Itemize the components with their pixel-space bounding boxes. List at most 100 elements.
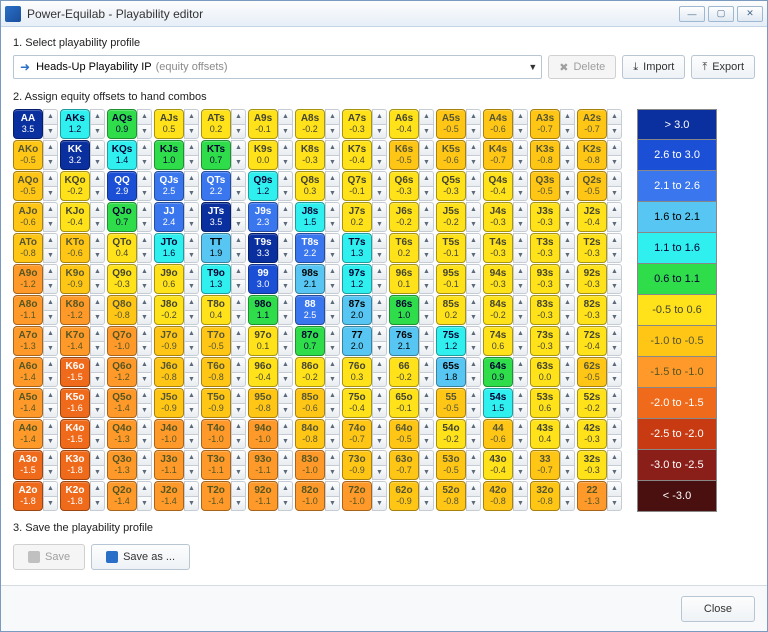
spinner-down-icon[interactable]: ▼ <box>513 465 528 481</box>
spinner-up-icon[interactable]: ▲ <box>90 202 105 217</box>
hand-cell-value[interactable]: 55-0.5 <box>436 388 466 418</box>
spinner-up-icon[interactable]: ▲ <box>278 109 293 124</box>
spinner-down-icon[interactable]: ▼ <box>560 465 575 481</box>
spinner-down-icon[interactable]: ▼ <box>278 372 293 388</box>
spinner-up-icon[interactable]: ▲ <box>43 326 58 341</box>
spinner-down-icon[interactable]: ▼ <box>372 248 387 264</box>
spinner-up-icon[interactable]: ▲ <box>466 264 481 279</box>
spinner-up-icon[interactable]: ▲ <box>419 171 434 186</box>
hand-cell-value[interactable]: 97s1.2 <box>342 264 372 294</box>
spinner-up-icon[interactable]: ▲ <box>372 140 387 155</box>
spinner-up-icon[interactable]: ▲ <box>231 171 246 186</box>
spinner-down-icon[interactable]: ▼ <box>184 279 199 295</box>
save-button[interactable]: Save <box>13 544 85 570</box>
hand-cell-value[interactable]: Q7o-1.0 <box>107 326 137 356</box>
hand-cell-value[interactable]: Q3o-1.3 <box>107 450 137 480</box>
hand-cell-value[interactable]: 73o-0.9 <box>342 450 372 480</box>
hand-cell-value[interactable]: A2o-1.8 <box>13 481 43 511</box>
import-button[interactable]: ⤓ Import <box>622 55 685 79</box>
hand-cell-value[interactable]: T4s-0.3 <box>483 233 513 263</box>
hand-cell-value[interactable]: 93o-1.1 <box>248 450 278 480</box>
spinner-down-icon[interactable]: ▼ <box>90 434 105 450</box>
spinner-down-icon[interactable]: ▼ <box>607 372 622 388</box>
spinner-down-icon[interactable]: ▼ <box>419 341 434 357</box>
spinner-up-icon[interactable]: ▲ <box>137 295 152 310</box>
spinner-down-icon[interactable]: ▼ <box>372 124 387 140</box>
spinner-down-icon[interactable]: ▼ <box>137 186 152 202</box>
spinner-up-icon[interactable]: ▲ <box>419 326 434 341</box>
spinner-up-icon[interactable]: ▲ <box>560 419 575 434</box>
hand-cell-value[interactable]: 84o-0.8 <box>295 419 325 449</box>
hand-cell-value[interactable]: 65o-0.1 <box>389 388 419 418</box>
spinner-down-icon[interactable]: ▼ <box>231 279 246 295</box>
spinner-up-icon[interactable]: ▲ <box>184 481 199 496</box>
spinner-down-icon[interactable]: ▼ <box>466 434 481 450</box>
hand-cell-value[interactable]: J5s-0.2 <box>436 202 466 232</box>
spinner-up-icon[interactable]: ▲ <box>513 326 528 341</box>
hand-cell-value[interactable]: 64s0.9 <box>483 357 513 387</box>
spinner-down-icon[interactable]: ▼ <box>372 279 387 295</box>
spinner-up-icon[interactable]: ▲ <box>513 202 528 217</box>
hand-cell-value[interactable]: Q7s-0.1 <box>342 171 372 201</box>
hand-cell-value[interactable]: A3s-0.7 <box>530 109 560 139</box>
spinner-up-icon[interactable]: ▲ <box>278 357 293 372</box>
spinner-down-icon[interactable]: ▼ <box>137 310 152 326</box>
spinner-down-icon[interactable]: ▼ <box>137 124 152 140</box>
hand-cell-value[interactable]: T5o-0.9 <box>201 388 231 418</box>
spinner-up-icon[interactable]: ▲ <box>137 388 152 403</box>
hand-cell-value[interactable]: 882.5 <box>295 295 325 325</box>
spinner-up-icon[interactable]: ▲ <box>325 450 340 465</box>
spinner-down-icon[interactable]: ▼ <box>466 310 481 326</box>
spinner-down-icon[interactable]: ▼ <box>513 248 528 264</box>
spinner-up-icon[interactable]: ▲ <box>137 419 152 434</box>
spinner-down-icon[interactable]: ▼ <box>90 372 105 388</box>
spinner-down-icon[interactable]: ▼ <box>607 496 622 512</box>
hand-cell-value[interactable]: A9o-1.2 <box>13 264 43 294</box>
hand-cell-value[interactable]: 93s-0.3 <box>530 264 560 294</box>
hand-cell-value[interactable]: K7s-0.4 <box>342 140 372 170</box>
hand-cell-value[interactable]: TT1.9 <box>201 233 231 263</box>
hand-cell-value[interactable]: J2s-0.4 <box>577 202 607 232</box>
hand-cell-value[interactable]: A5s-0.5 <box>436 109 466 139</box>
hand-cell-value[interactable]: 74o-0.7 <box>342 419 372 449</box>
export-button[interactable]: ⤒ Export <box>691 55 755 79</box>
spinner-up-icon[interactable]: ▲ <box>513 109 528 124</box>
spinner-down-icon[interactable]: ▼ <box>419 217 434 233</box>
hand-cell-value[interactable]: 66-0.2 <box>389 357 419 387</box>
spinner-down-icon[interactable]: ▼ <box>560 341 575 357</box>
spinner-down-icon[interactable]: ▼ <box>513 217 528 233</box>
spinner-down-icon[interactable]: ▼ <box>43 217 58 233</box>
spinner-up-icon[interactable]: ▲ <box>419 202 434 217</box>
spinner-down-icon[interactable]: ▼ <box>325 217 340 233</box>
hand-cell-value[interactable]: 92o-1.1 <box>248 481 278 511</box>
spinner-down-icon[interactable]: ▼ <box>325 279 340 295</box>
hand-cell-value[interactable]: KQs1.4 <box>107 140 137 170</box>
close-button[interactable]: Close <box>681 596 755 622</box>
spinner-down-icon[interactable]: ▼ <box>184 310 199 326</box>
spinner-up-icon[interactable]: ▲ <box>325 202 340 217</box>
spinner-down-icon[interactable]: ▼ <box>466 186 481 202</box>
spinner-up-icon[interactable]: ▲ <box>43 140 58 155</box>
spinner-up-icon[interactable]: ▲ <box>137 171 152 186</box>
spinner-down-icon[interactable]: ▼ <box>325 434 340 450</box>
spinner-down-icon[interactable]: ▼ <box>184 155 199 171</box>
save-as-button[interactable]: Save as ... <box>91 544 190 570</box>
minimize-button[interactable]: — <box>679 6 705 22</box>
spinner-up-icon[interactable]: ▲ <box>466 450 481 465</box>
hand-cell-value[interactable]: Q8s0.3 <box>295 171 325 201</box>
hand-cell-value[interactable]: K6o-1.5 <box>60 357 90 387</box>
spinner-up-icon[interactable]: ▲ <box>184 202 199 217</box>
spinner-down-icon[interactable]: ▼ <box>607 279 622 295</box>
spinner-up-icon[interactable]: ▲ <box>466 326 481 341</box>
hand-cell-value[interactable]: 84s-0.2 <box>483 295 513 325</box>
hand-cell-value[interactable]: AJs0.5 <box>154 109 184 139</box>
hand-cell-value[interactable]: K5o-1.6 <box>60 388 90 418</box>
hand-cell-value[interactable]: 94s-0.3 <box>483 264 513 294</box>
delete-button[interactable]: ✖ Delete <box>548 55 616 79</box>
spinner-down-icon[interactable]: ▼ <box>137 496 152 512</box>
spinner-down-icon[interactable]: ▼ <box>43 434 58 450</box>
spinner-up-icon[interactable]: ▲ <box>560 140 575 155</box>
spinner-up-icon[interactable]: ▲ <box>372 233 387 248</box>
spinner-down-icon[interactable]: ▼ <box>372 341 387 357</box>
spinner-up-icon[interactable]: ▲ <box>372 295 387 310</box>
